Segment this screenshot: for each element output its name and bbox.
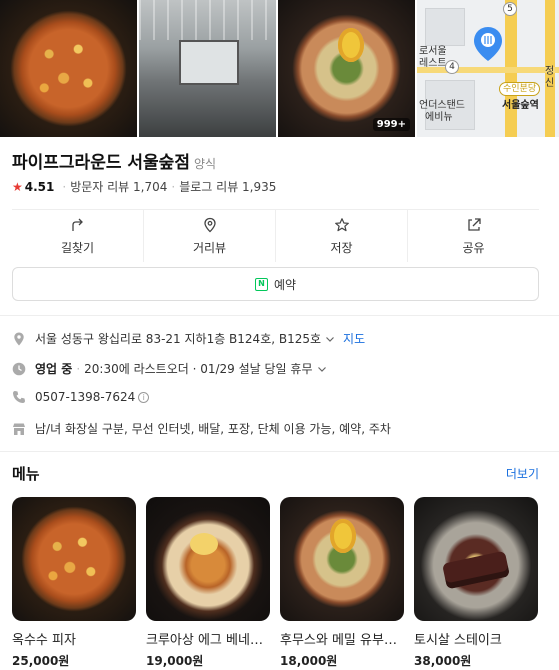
map-pin-icon [474,27,502,61]
menu-item[interactable]: 옥수수 피자 25,000원 [12,497,136,669]
blog-reviews-link[interactable]: 블로그 리뷰 1,935 [179,178,276,195]
save-button[interactable]: 저장 [276,210,408,262]
map-link[interactable]: 지도 [343,330,365,347]
hours-text: 20:30에 라스트오더 · 01/29 설날 당일 휴무 [84,362,313,376]
chevron-down-icon[interactable] [325,334,335,344]
phone-number[interactable]: 0507-1398-7624 [35,390,135,404]
reserve-button[interactable]: N 예약 [12,267,539,301]
place-header: 파이프그라운드 서울숲점 양식 [12,148,216,173]
visitor-reviews-link[interactable]: 방문자 리뷰 1,704 [70,178,167,195]
divider [0,315,559,316]
map-route-badge: 4 [445,60,459,74]
star-icon: ★ [12,179,23,194]
action-bar: 길찾기 거리뷰 저장 공유 [12,210,539,262]
dot-separator: · [76,361,81,376]
streetview-button[interactable]: 거리뷰 [144,210,276,262]
menu-item-image [280,497,404,621]
menu-more-link[interactable]: 더보기 [506,465,539,482]
open-status: 영업 중 [35,362,73,376]
menu-item-price: 38,000원 [414,654,472,668]
hours-row: 영업 중 · 20:30에 라스트오더 · 01/29 설날 당일 휴무 [12,360,327,377]
map-route-badge: 5 [503,2,517,16]
menu-item-image [414,497,538,621]
menu-item-name: 옥수수 피자 [12,633,76,648]
directions-button[interactable]: 길찾기 [12,210,144,262]
photo-pizza[interactable] [0,0,137,137]
place-name: 파이프그라운드 서울숲점 [12,153,190,173]
menu-list: 옥수수 피자 25,000원 크루아상 에그 베네딕트 19,000원 후무스와… [12,497,559,669]
directions-icon [71,218,83,231]
menu-item[interactable]: 크루아상 에그 베네딕트 19,000원 [146,497,270,669]
clock-icon [12,362,26,375]
menu-item[interactable]: 후무스와 메밀 유부초밥 18,000원 [280,497,404,669]
photo-interior[interactable] [139,0,276,137]
map-label: 언더스탠드 [419,100,465,111]
share-icon [467,217,481,231]
mini-map[interactable]: 로서울 레스트 언더스탠드 에비뉴 정신 5 4 수인분당 서울숲역 [417,0,559,137]
dot-separator: · [62,179,67,194]
phone-icon [13,391,25,403]
place-category: 양식 [193,157,217,171]
menu-item-image [12,497,136,621]
address-text: 서울 성동구 왕십리로 83-21 지하1층 B124호, B125호 [35,332,322,346]
info-icon[interactable]: i [138,391,150,403]
reserve-label: 예약 [273,277,297,292]
naver-booking-icon: N [254,277,268,291]
map-label: 로서울 [419,46,447,57]
streetview-pin-icon [203,217,216,232]
share-button[interactable]: 공유 [408,210,539,262]
menu-item-name: 후무스와 메밀 유부초밥 [280,633,404,648]
directions-label: 길찾기 [60,240,95,255]
station-line-tag: 수인분당 [499,82,541,96]
menu-item-name: 크루아상 에그 베네딕트 [146,633,270,648]
streetview-label: 거리뷰 [192,240,227,255]
divider [0,451,559,452]
menu-item-image [146,497,270,621]
map-label: 레스트 [419,58,447,69]
menu-item-price: 18,000원 [280,654,338,668]
map-label: 에비뉴 [425,112,453,123]
share-label: 공유 [462,240,485,255]
photo-strip: 999+ 로서울 레스트 언더스탠드 에비뉴 정신 5 4 수인분당 서울숲역 [0,0,559,137]
station-name: 서울숲역 [502,100,539,111]
menu-item-name: 토시살 스테이크 [414,633,502,648]
menu-item-price: 19,000원 [146,654,204,668]
dot-separator: · [171,179,176,194]
chevron-down-icon[interactable] [317,364,327,374]
rating-value: 4.51 [24,179,55,194]
photo-count-badge: 999+ [372,118,410,131]
save-label: 저장 [330,240,353,255]
facilities-row: 남/녀 화장실 구분, 무선 인터넷, 배달, 포장, 단체 이용 가능, 예약… [12,420,391,437]
store-icon [13,423,25,435]
address-row: 서울 성동구 왕십리로 83-21 지하1층 B124호, B125호 지도 [12,330,365,347]
menu-heading: 메뉴 [12,465,40,483]
menu-item-price: 25,000원 [12,654,70,668]
menu-item[interactable]: 토시살 스테이크 38,000원 [414,497,538,669]
photo-dish[interactable]: 999+ [278,0,415,137]
star-outline-icon [334,217,349,231]
location-pin-icon [14,332,24,345]
phone-row: 0507-1398-7624 i [12,390,150,404]
map-label: 정신 [545,66,555,89]
review-summary: ★ 4.51 · 방문자 리뷰 1,704 · 블로그 리뷰 1,935 [12,178,276,195]
facilities-text: 남/녀 화장실 구분, 무선 인터넷, 배달, 포장, 단체 이용 가능, 예약… [35,422,391,436]
